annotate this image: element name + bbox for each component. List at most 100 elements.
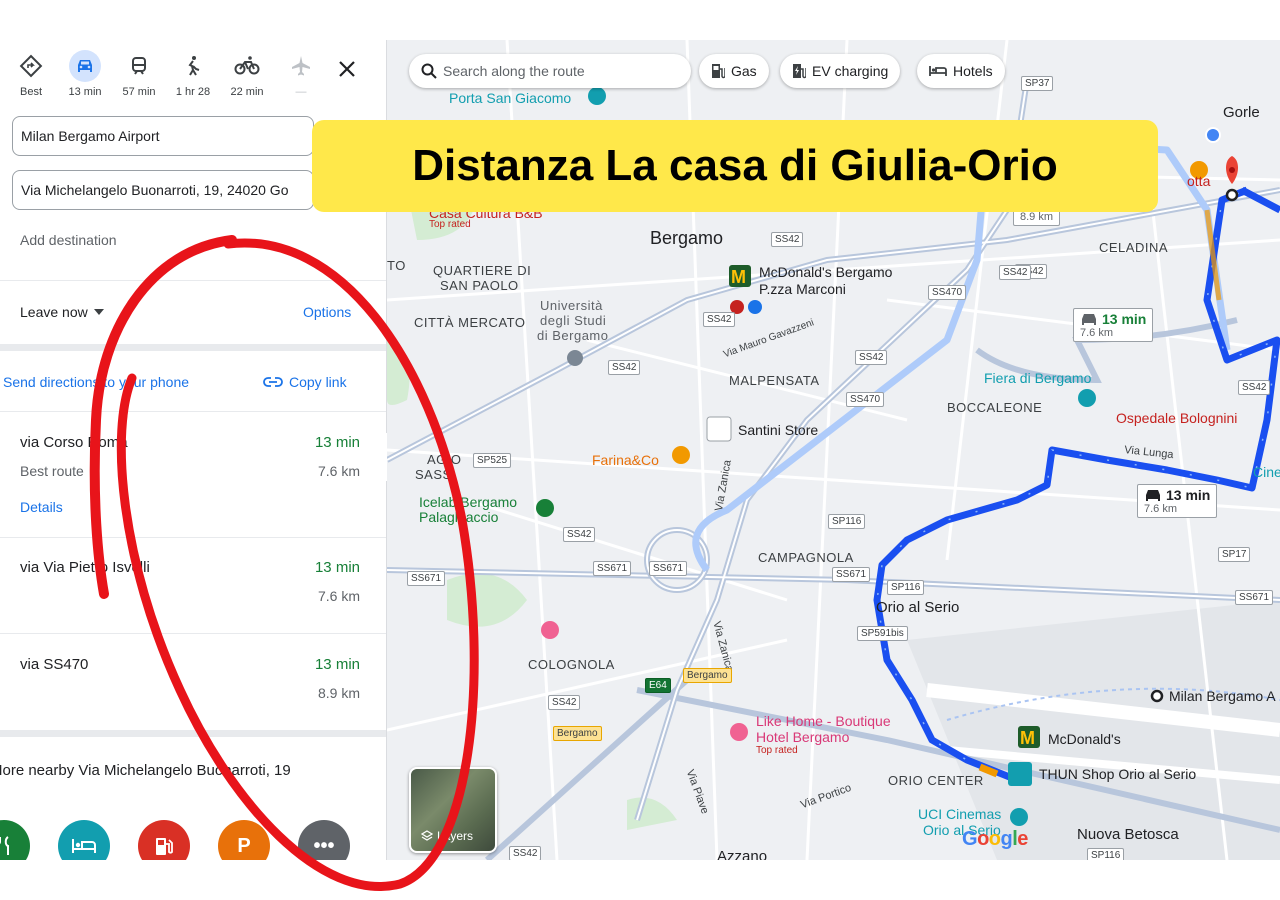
divider [0, 411, 386, 412]
route-title: via Corso Roma [20, 434, 128, 451]
mode-flight[interactable]: — [273, 50, 329, 98]
copy-link-button[interactable]: Copy link [263, 374, 347, 390]
bed-icon [929, 66, 947, 76]
district-label: SASSI [415, 467, 456, 482]
poi-label[interactable]: Porta San Giacomo [449, 90, 571, 106]
walk-icon [177, 50, 209, 82]
nearby-restaurants-button[interactable] [0, 820, 30, 860]
road-shield: SS470 [846, 392, 885, 407]
mode-label: 1 hr 28 [175, 86, 211, 98]
mode-walking[interactable]: 1 hr 28 [165, 50, 221, 98]
road-shield: E64 [645, 678, 671, 693]
layers-button[interactable]: Layers [409, 767, 497, 853]
leave-now-dropdown[interactable]: Leave now [20, 304, 104, 320]
top-rated-badge: Top rated [429, 219, 471, 230]
close-button[interactable] [334, 56, 360, 82]
ev-charging-chip[interactable]: EV charging [780, 54, 901, 88]
nearby-parking-button[interactable]: P [218, 820, 270, 860]
poi-label[interactable]: Palaghiaccio [419, 509, 498, 525]
send-directions-label: Send directions to your phone [3, 374, 190, 390]
road-shield: SS42 [548, 695, 581, 710]
route-distance: 7.6 km [317, 463, 360, 479]
search-icon [421, 63, 437, 79]
parking-icon: P [237, 834, 251, 857]
mode-best[interactable]: Best [3, 50, 59, 98]
route-distance: 8.9 km [317, 685, 360, 701]
mode-transit[interactable]: 57 min [111, 50, 167, 98]
mode-cycling[interactable]: 22 min [219, 50, 275, 98]
route-callout-2[interactable]: 13 min 7.6 km [1137, 484, 1218, 518]
nearby-heading: More nearby Via Michelangelo Buonarroti,… [0, 762, 291, 779]
chip-label: Gas [731, 63, 757, 79]
poi-label[interactable]: Cine [1253, 464, 1280, 480]
gas-station-icon [712, 64, 725, 79]
train-icon [123, 50, 155, 82]
poi-label[interactable]: McDonald's Bergamo [759, 264, 892, 280]
divider [0, 633, 386, 634]
route-time: 13 min [314, 434, 360, 451]
poi-label[interactable]: Fiera di Bergamo [984, 370, 1091, 386]
callout-distance: 7.6 km [1080, 327, 1114, 339]
options-button[interactable]: Options [303, 304, 351, 320]
route-time: 13 min [314, 656, 360, 673]
route-title: via SS470 [20, 656, 89, 673]
divider [0, 280, 386, 281]
car-icon [1082, 314, 1096, 325]
link-icon [263, 377, 283, 387]
district-label: BOCCALEONE [947, 400, 1043, 415]
road-shield: Bergamo [553, 726, 602, 741]
road-shield: SS42 [563, 527, 596, 542]
bed-icon [72, 839, 96, 853]
add-destination-button[interactable]: Add destination [20, 232, 117, 248]
road-shield: SP17 [1218, 547, 1251, 562]
place-label[interactable]: Milan Bergamo A [1169, 688, 1276, 704]
road-shield: SS42 [999, 265, 1032, 280]
poi-label[interactable]: McDonald's [1048, 731, 1121, 747]
poi-label[interactable]: otta [1187, 173, 1210, 189]
nearby-more-button[interactable]: ••• [298, 820, 350, 860]
hotels-chip[interactable]: Hotels [917, 54, 1005, 88]
route-callout-1[interactable]: 13 min 7.6 km [1073, 308, 1154, 342]
district-label: SAN PAOLO [440, 278, 519, 293]
destination-input[interactable]: Via Michelangelo Buonarroti, 19, 24020 G… [12, 170, 314, 210]
district-label: CITTÀ MERCATO [414, 315, 526, 330]
route-time: 13 min [314, 559, 360, 576]
road-shield: SS671 [407, 571, 446, 586]
caret-down-icon [93, 309, 104, 315]
chip-label: Hotels [953, 63, 993, 79]
nearby-gas-button[interactable] [138, 820, 190, 860]
poi-label[interactable]: Ospedale Bolognini [1116, 410, 1237, 426]
road-shield: SP116 [1087, 848, 1125, 860]
divider [0, 730, 386, 737]
road-shield: SP116 [887, 580, 925, 595]
origin-input[interactable]: Milan Bergamo Airport [12, 116, 314, 156]
top-rated-badge: Top rated [756, 745, 798, 756]
send-directions-link[interactable]: Send directions to your phone [3, 374, 189, 390]
mode-label: 22 min [230, 86, 264, 98]
poi-label[interactable]: P.zza Marconi [759, 281, 846, 297]
route-title: via Via Pietro Isvelli [20, 559, 150, 576]
poi-label[interactable]: Hotel Bergamo [756, 729, 849, 745]
poi-label[interactable]: UCI Cinemas [918, 806, 1001, 822]
layers-icon [421, 830, 433, 841]
more-icon: ••• [313, 834, 335, 857]
poi-label[interactable]: Icelab Bergamo [419, 494, 517, 510]
poi-label[interactable]: di Bergamo [537, 328, 608, 343]
details-button[interactable]: Details [20, 499, 63, 515]
mode-driving[interactable]: 13 min [57, 50, 113, 98]
gas-chip[interactable]: Gas [699, 54, 769, 88]
poi-label[interactable]: Like Home - Boutique [756, 713, 891, 729]
poi-label[interactable]: degli Studi [540, 313, 606, 328]
street-label: Via Zanica [713, 459, 734, 513]
poi-label[interactable]: Farina&Co [592, 452, 659, 468]
poi-label[interactable]: THUN Shop Orio al Serio [1039, 766, 1196, 782]
nearby-hotels-button[interactable] [58, 820, 110, 860]
close-icon [339, 61, 355, 77]
poi-label[interactable]: Santini Store [738, 422, 818, 438]
mode-label: Best [19, 86, 42, 98]
search-along-route-input[interactable]: Search along the route [409, 54, 691, 88]
road-shield: SS671 [832, 567, 871, 582]
poi-label[interactable]: Università [540, 298, 603, 313]
district-label: COLOGNOLA [528, 657, 615, 672]
road-shield: SP116 [828, 514, 866, 529]
